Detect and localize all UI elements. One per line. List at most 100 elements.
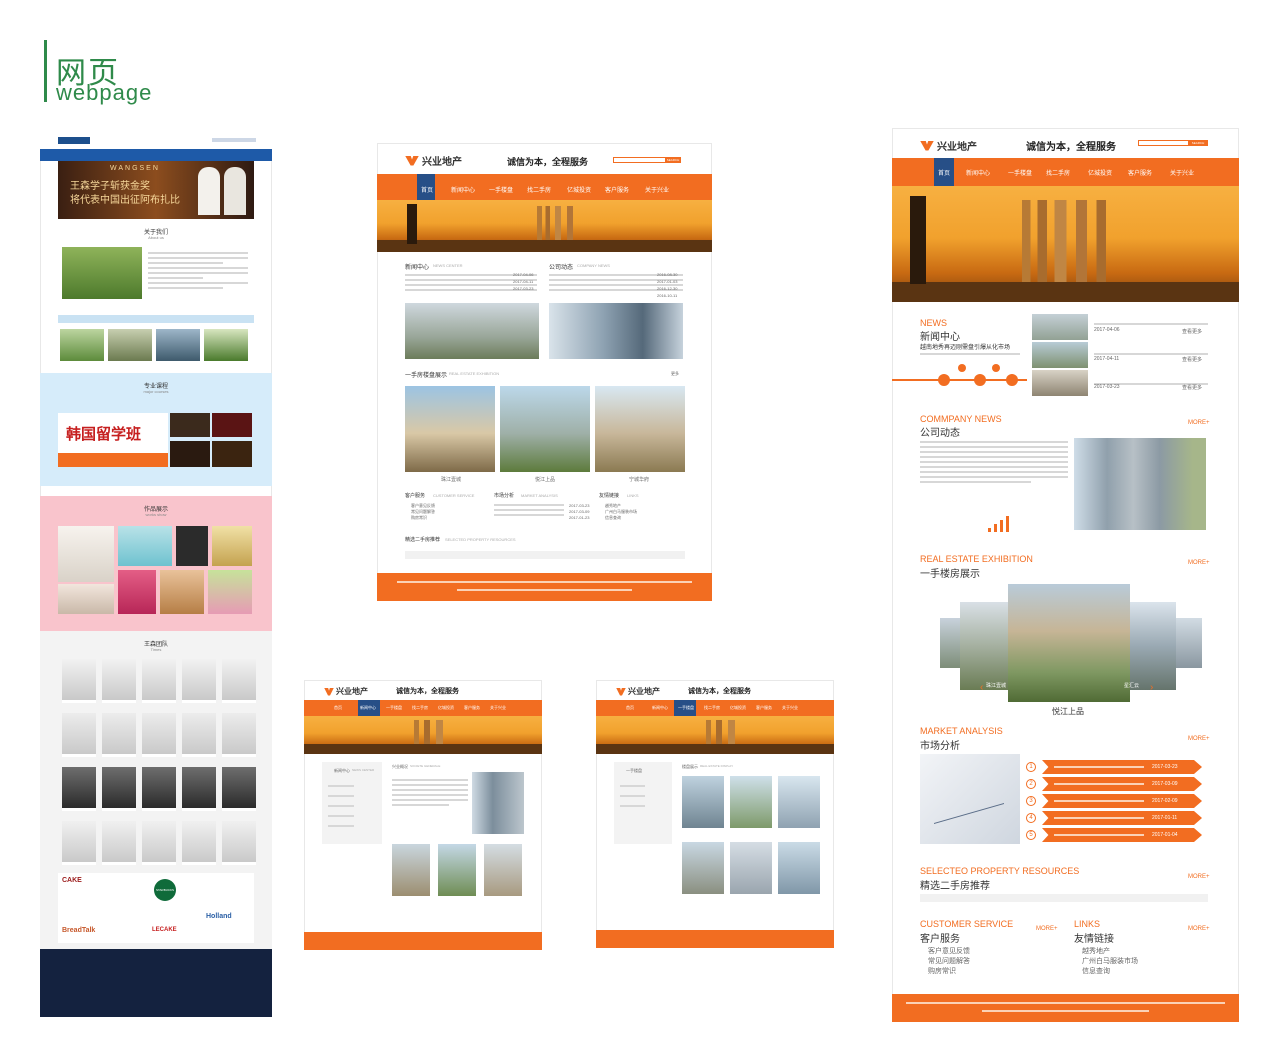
- view-more-link[interactable]: 查看更多: [1182, 328, 1202, 335]
- view-more-link[interactable]: 查看更多: [1182, 384, 1202, 391]
- intro-building-photo[interactable]: [472, 772, 524, 834]
- cake-photo[interactable]: [212, 526, 252, 566]
- nav-item[interactable]: 找二手房: [412, 705, 428, 711]
- market-row[interactable]: 4 2017-01-11: [1026, 811, 1206, 825]
- market-row[interactable]: 5 2017-01-04: [1026, 828, 1206, 842]
- nav-item[interactable]: 一手楼盘: [386, 705, 402, 711]
- property-filter-bar[interactable]: [920, 894, 1208, 902]
- korea-course-card[interactable]: 韩国留学班: [58, 413, 168, 467]
- team-member-photo[interactable]: [62, 659, 96, 703]
- news-aerial-photo[interactable]: [405, 303, 539, 359]
- nav-new-homes[interactable]: 一手楼盘: [1008, 168, 1032, 177]
- company-buildings-photo[interactable]: [1074, 438, 1206, 530]
- cake-photo[interactable]: [160, 570, 204, 614]
- nav-about[interactable]: 关于兴业: [645, 185, 669, 194]
- nav-item[interactable]: 新闻中心: [360, 705, 376, 711]
- team-member-photo[interactable]: [62, 767, 96, 811]
- market-more[interactable]: MORE+: [1188, 736, 1210, 742]
- exhibit-more[interactable]: MORE+: [1188, 560, 1210, 566]
- team-member-photo[interactable]: [142, 821, 176, 865]
- carousel-side-photo[interactable]: [1130, 602, 1176, 690]
- nav-service[interactable]: 客户服务: [1128, 168, 1152, 177]
- nav-new-homes[interactable]: 一手楼盘: [489, 185, 513, 194]
- side-menu-items[interactable]: [328, 782, 376, 842]
- team-member-photo[interactable]: [222, 767, 256, 811]
- timeline-dot[interactable]: [992, 364, 1000, 372]
- service-item[interactable]: 购房常识: [928, 966, 956, 976]
- team-member-photo[interactable]: [222, 659, 256, 703]
- market-row[interactable]: 1 2017-03-23: [1026, 760, 1206, 774]
- team-member-photo[interactable]: [142, 713, 176, 757]
- building-photo[interactable]: [405, 386, 495, 472]
- building-photo[interactable]: [595, 386, 685, 472]
- nav-item[interactable]: 首页: [626, 705, 634, 711]
- news-thumb[interactable]: [1032, 370, 1088, 396]
- team-member-photo[interactable]: [222, 713, 256, 757]
- team-member-photo[interactable]: [62, 713, 96, 757]
- team-member-photo[interactable]: [102, 767, 136, 811]
- team-member-photo[interactable]: [102, 821, 136, 865]
- display-building-photo[interactable]: [682, 776, 724, 828]
- gallery-photo[interactable]: [204, 329, 248, 361]
- nav-home[interactable]: 首页: [938, 168, 950, 177]
- team-member-photo[interactable]: [62, 821, 96, 865]
- team-member-photo[interactable]: [102, 659, 136, 703]
- cake-photo[interactable]: [176, 526, 208, 566]
- school-gallery-tabs[interactable]: [58, 315, 254, 323]
- carousel-side-photo[interactable]: [1176, 618, 1202, 668]
- nav-item[interactable]: 关于兴业: [782, 705, 798, 711]
- display-building-photo[interactable]: [730, 776, 772, 828]
- carousel-main-photo[interactable]: [1008, 584, 1130, 702]
- select-more[interactable]: MORE+: [1188, 874, 1210, 880]
- gallery-photo[interactable]: [108, 329, 152, 361]
- nav-news[interactable]: 新闻中心: [966, 168, 990, 177]
- team-member-photo[interactable]: [102, 713, 136, 757]
- display-building-photo[interactable]: [778, 776, 820, 828]
- property-filter-bar[interactable]: [405, 551, 685, 559]
- exhibit-more[interactable]: 更多: [671, 371, 679, 377]
- project-photo[interactable]: [438, 844, 476, 896]
- display-building-photo[interactable]: [730, 842, 772, 894]
- team-member-photo[interactable]: [142, 767, 176, 811]
- links-item[interactable]: 信息查询: [1082, 966, 1110, 976]
- nav-item[interactable]: 亿城投资: [438, 705, 454, 711]
- nav-item[interactable]: 找二手房: [704, 705, 720, 711]
- links-item[interactable]: 越秀地产: [1082, 946, 1110, 956]
- cake-photo[interactable]: [208, 570, 252, 614]
- building-photo[interactable]: [500, 386, 590, 472]
- company-more[interactable]: MORE+: [1188, 420, 1210, 426]
- team-member-photo[interactable]: [182, 713, 216, 757]
- timeline-dot[interactable]: [938, 374, 950, 386]
- course-thumb[interactable]: [170, 441, 210, 467]
- display-building-photo[interactable]: [778, 842, 820, 894]
- nav-item[interactable]: 客户服务: [756, 705, 772, 711]
- team-member-photo[interactable]: [222, 821, 256, 865]
- news-thumb[interactable]: [1032, 342, 1088, 368]
- team-member-photo[interactable]: [182, 659, 216, 703]
- course-thumb[interactable]: [170, 413, 210, 437]
- gallery-photo[interactable]: [156, 329, 200, 361]
- service-item[interactable]: 客户意见反馈: [928, 946, 970, 956]
- timeline-dot[interactable]: [1006, 374, 1018, 386]
- timeline-dot[interactable]: [974, 374, 986, 386]
- links-more[interactable]: MORE+: [1188, 926, 1210, 932]
- links-item[interactable]: 广州白马服装市场: [1082, 956, 1138, 966]
- nav-second-hand[interactable]: 找二手房: [527, 185, 551, 194]
- nav-invest[interactable]: 亿城投资: [567, 185, 591, 194]
- nav-invest[interactable]: 亿城投资: [1088, 168, 1112, 177]
- carousel-prev-icon[interactable]: ‹: [980, 682, 983, 693]
- company-tower-photo[interactable]: [549, 303, 683, 359]
- course-thumb[interactable]: [212, 441, 252, 467]
- market-row[interactable]: 3 2017-02-09: [1026, 794, 1206, 808]
- side-menu-items[interactable]: [620, 782, 666, 822]
- nav-item[interactable]: 首页: [334, 705, 342, 711]
- team-member-photo[interactable]: [142, 659, 176, 703]
- display-building-photo[interactable]: [682, 842, 724, 894]
- nav-item[interactable]: 客户服务: [464, 705, 480, 711]
- nav-home[interactable]: 首页: [421, 185, 433, 194]
- nav-second-hand[interactable]: 找二手房: [1046, 168, 1070, 177]
- gallery-photo[interactable]: [60, 329, 104, 361]
- carousel-side-photo[interactable]: [960, 602, 1008, 690]
- service-item[interactable]: 常见问题解答: [928, 956, 970, 966]
- team-member-photo[interactable]: [182, 821, 216, 865]
